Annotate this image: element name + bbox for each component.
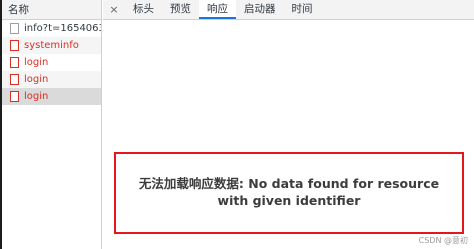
watermark: CSDN @意初	[418, 236, 468, 245]
request-row[interactable]: login	[2, 54, 101, 71]
request-row[interactable]: systeminfo	[2, 37, 101, 54]
request-name: login	[24, 57, 49, 68]
close-icon[interactable]: ×	[103, 0, 125, 19]
document-icon	[10, 91, 19, 102]
document-icon	[10, 57, 19, 68]
tab-headers[interactable]: 标头	[125, 0, 162, 19]
request-name: login	[24, 74, 49, 85]
request-row[interactable]: login	[2, 71, 101, 88]
document-icon	[10, 23, 19, 34]
document-icon	[10, 74, 19, 85]
request-name: login	[24, 91, 49, 102]
request-name: info?t=1654063...	[24, 23, 101, 34]
response-error-message: 无法加载响应数据: No data found for resource wit…	[138, 176, 440, 208]
response-panel: 无法加载响应数据: No data found for resource wit…	[103, 20, 474, 249]
name-column-header[interactable]: 名称	[2, 0, 101, 20]
tab-preview[interactable]: 预览	[162, 0, 199, 19]
highlight-box: 无法加载响应数据: No data found for resource wit…	[114, 152, 464, 234]
tab-response[interactable]: 响应	[199, 0, 236, 19]
request-row-selected[interactable]: login	[2, 88, 101, 105]
tab-initiator[interactable]: 启动器	[236, 0, 284, 19]
request-name: systeminfo	[24, 40, 79, 51]
document-icon	[10, 40, 19, 51]
request-list-panel: 名称 info?t=1654063... systeminfo login lo…	[2, 0, 102, 249]
tab-timing[interactable]: 时间	[284, 0, 321, 19]
detail-tab-bar: × 标头 预览 响应 启动器 时间	[103, 0, 474, 20]
request-row[interactable]: info?t=1654063...	[2, 20, 101, 37]
